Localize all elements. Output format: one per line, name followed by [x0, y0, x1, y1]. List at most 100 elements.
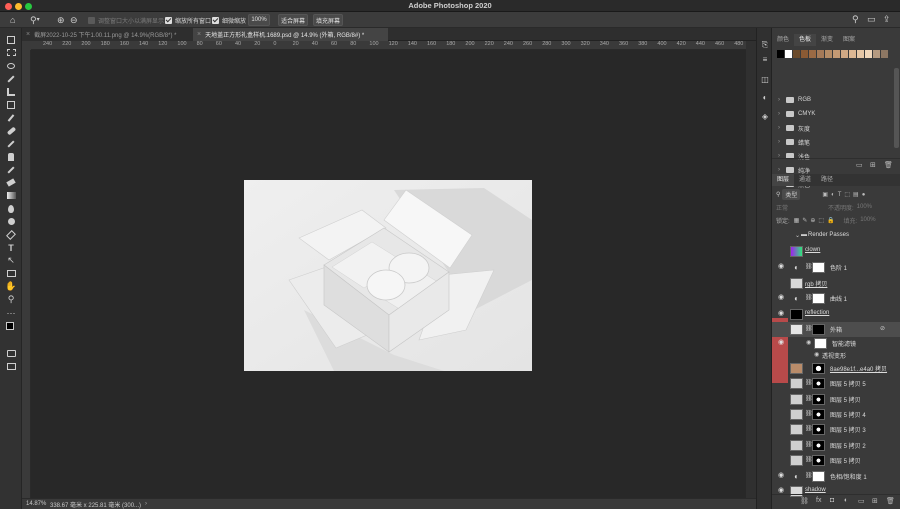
delete-layer-icon[interactable]: 🗑: [886, 497, 895, 505]
fx-icon[interactable]: fx: [816, 497, 821, 504]
layer-row[interactable]: 8ae98e1f...e4a0 拷贝: [772, 361, 900, 376]
eye-hidden-icon[interactable]: [777, 364, 785, 372]
crop-tool-icon[interactable]: [4, 86, 18, 97]
color-swatch[interactable]: [777, 50, 784, 58]
resize-windows-option[interactable]: 调整窗口大小以满屏显示: [88, 14, 164, 26]
eye-hidden-icon[interactable]: [777, 456, 785, 464]
zoom-in-icon[interactable]: ⊕: [57, 14, 67, 26]
zoom-tool-icon[interactable]: ⚲ ▾: [30, 14, 50, 26]
layer-row[interactable]: ⌄ ▬ Render Passes: [772, 229, 900, 244]
lasso-tool-icon[interactable]: [4, 60, 18, 71]
chevron-right-icon[interactable]: ›: [778, 139, 786, 145]
eye-hidden-icon[interactable]: [777, 325, 785, 333]
layer-thumbnail[interactable]: [790, 455, 803, 466]
layer-mask-thumbnail[interactable]: [812, 440, 825, 451]
lock-icons[interactable]: ▦✎⊕⬚🔒: [794, 217, 838, 224]
layer-mask-thumbnail[interactable]: [812, 262, 825, 273]
eye-hidden-icon[interactable]: [777, 425, 785, 433]
quick-mask-icon[interactable]: [4, 348, 18, 359]
rectangle-tool-icon[interactable]: [4, 268, 18, 279]
zoom-all-checkbox[interactable]: [165, 16, 172, 24]
close-tab-icon[interactable]: ×: [26, 31, 30, 38]
tab-screenshot[interactable]: × 截屏2022-10-25 下午1.00.11.png @ 14.9%(RGB…: [22, 28, 193, 41]
tab-paths[interactable]: 路径: [816, 174, 838, 186]
layer-thumbnail[interactable]: [790, 424, 803, 435]
color-swatch[interactable]: [833, 50, 840, 58]
chevron-right-icon[interactable]: ›: [778, 97, 786, 103]
resize-windows-checkbox[interactable]: [88, 16, 95, 24]
hand-tool-icon[interactable]: ✋: [4, 281, 18, 292]
layer-row[interactable]: rgb 拷贝: [772, 276, 900, 291]
layer-row[interactable]: ⛓ 图层 5 拷贝 2: [772, 438, 900, 453]
eye-hidden-icon[interactable]: [777, 395, 785, 403]
document-image[interactable]: [244, 180, 532, 371]
home-icon[interactable]: ⌂: [10, 14, 22, 26]
eye-icon[interactable]: ◉: [806, 339, 811, 346]
fill-screen-button[interactable]: 填充屏幕: [313, 14, 343, 26]
gradient-tool-icon[interactable]: [4, 190, 18, 201]
clone-stamp-tool-icon[interactable]: [4, 151, 18, 162]
layer-thumbnail[interactable]: [790, 378, 803, 389]
eye-icon[interactable]: ◉: [777, 472, 785, 480]
eye-hidden-icon[interactable]: [777, 410, 785, 418]
tab-patterns[interactable]: 图案: [838, 34, 860, 46]
layer-row[interactable]: ⛓ 外箱 ⊘: [772, 322, 900, 337]
eye-icon[interactable]: ◉: [777, 263, 785, 271]
swatches-scrollbar[interactable]: [894, 68, 899, 148]
tab-channels[interactable]: 通道: [794, 174, 816, 186]
scrubby-zoom-checkbox[interactable]: [212, 16, 219, 24]
dodge-tool-icon[interactable]: [4, 216, 18, 227]
color-swatch[interactable]: [817, 50, 824, 58]
fit-screen-button[interactable]: 适合屏幕: [278, 14, 308, 26]
layer-mask-thumbnail[interactable]: [812, 471, 825, 482]
marquee-tool-icon[interactable]: [4, 47, 18, 58]
new-swatch-icon[interactable]: ⊞: [870, 161, 876, 169]
swatch-folder[interactable]: › 蜡笔: [772, 135, 892, 149]
libraries-panel-icon[interactable]: ◫: [760, 75, 770, 85]
filter-type-icons[interactable]: ▣◐T⬚▤●: [822, 191, 868, 198]
color-swatch[interactable]: [801, 50, 808, 58]
eye-hidden-icon[interactable]: [777, 351, 785, 359]
history-panel-icon[interactable]: ⎘: [760, 40, 770, 50]
layer-mask-thumbnail[interactable]: [812, 324, 825, 335]
more-tools-icon[interactable]: ···: [4, 307, 18, 318]
path-selection-tool-icon[interactable]: ↖: [4, 255, 18, 266]
adjustments-panel-icon[interactable]: ◐: [760, 93, 770, 103]
eyedropper-tool-icon[interactable]: [4, 112, 18, 123]
color-swatch[interactable]: [809, 50, 816, 58]
zoom-100-button[interactable]: 100%: [248, 14, 270, 26]
zoom-tool-icon-left[interactable]: ⚲: [4, 294, 18, 305]
tab-mockup-psd[interactable]: × 天地盖正方形礼盒样机.1689.psd @ 14.9% (外箱, RGB/8…: [193, 28, 388, 41]
new-group-icon[interactable]: ▭: [856, 161, 863, 169]
color-swatch[interactable]: [785, 50, 792, 58]
layer-mask-thumbnail[interactable]: [812, 455, 825, 466]
brush-tool-icon[interactable]: [4, 138, 18, 149]
scrubby-zoom-option[interactable]: 细微缩放: [212, 14, 246, 26]
type-tool-icon[interactable]: T: [4, 242, 18, 253]
adjustment-layer-icon[interactable]: ◐: [844, 497, 848, 504]
color-swatch[interactable]: [881, 50, 888, 58]
zoom-out-icon[interactable]: ⊖: [70, 14, 80, 26]
pen-tool-icon[interactable]: [4, 229, 18, 240]
adjustment-layer-icon[interactable]: ◐: [790, 262, 803, 273]
properties-panel-icon[interactable]: ≡: [760, 55, 770, 65]
canvas-vertical-scrollbar[interactable]: [746, 41, 756, 498]
layer-row[interactable]: ⛓ 图层 5 拷贝: [772, 453, 900, 468]
color-swatches-icon[interactable]: [4, 320, 18, 336]
chevron-down-icon[interactable]: ⌄: [795, 232, 800, 239]
tab-swatches[interactable]: 色板: [794, 34, 817, 46]
close-tab-icon[interactable]: ×: [197, 31, 201, 38]
layer-mask-thumbnail[interactable]: [812, 378, 825, 389]
layer-thumbnail[interactable]: [790, 363, 803, 374]
layer-thumbnail[interactable]: [790, 440, 803, 451]
eye-hidden-icon[interactable]: [777, 247, 785, 255]
layer-row[interactable]: ⛓ 图层 5 拷贝 4: [772, 407, 900, 422]
eye-hidden-icon[interactable]: [777, 232, 785, 240]
adjustment-layer-icon[interactable]: ◐: [790, 471, 803, 482]
adjustment-layer-icon[interactable]: ◐: [790, 293, 803, 304]
delete-swatch-icon[interactable]: 🗑: [884, 161, 893, 169]
layer-thumbnail[interactable]: [790, 409, 803, 420]
filter-kind-select[interactable]: 类型: [782, 188, 801, 200]
color-swatch[interactable]: [825, 50, 832, 58]
styles-panel-icon[interactable]: ◈: [760, 112, 770, 122]
